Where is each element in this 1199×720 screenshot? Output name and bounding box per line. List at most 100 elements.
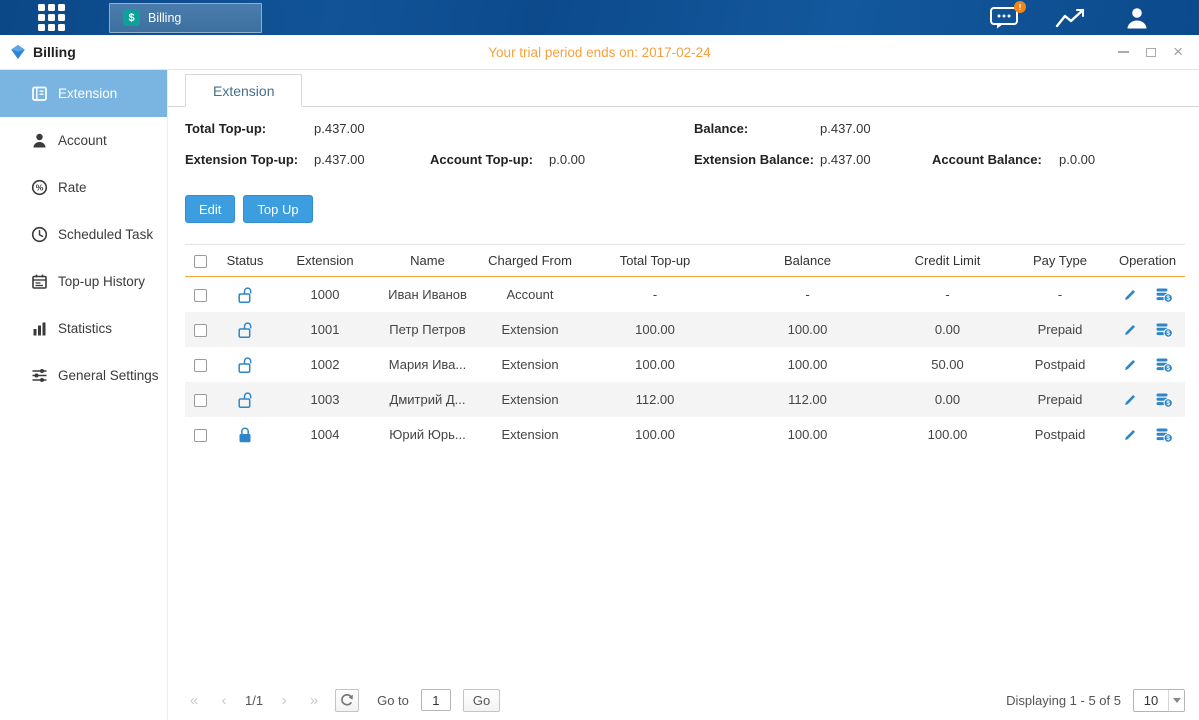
displaying-text: Displaying 1 - 5 of 5 bbox=[1006, 693, 1121, 708]
edit-icon[interactable] bbox=[1123, 392, 1138, 407]
column-header-balance: Balance bbox=[730, 253, 885, 268]
topbar-tab-billing[interactable]: $ Billing bbox=[109, 3, 262, 33]
cell-credit-limit: 0.00 bbox=[885, 392, 1010, 407]
sidebar-item-topup-history[interactable]: Top-up History bbox=[0, 258, 167, 305]
column-header-status: Status bbox=[215, 253, 275, 268]
cell-charged-from: Account bbox=[480, 287, 580, 302]
row-checkbox[interactable] bbox=[194, 289, 207, 302]
cell-name: Юрий Юрь... bbox=[375, 427, 480, 442]
top-up-record-icon[interactable]: $ bbox=[1155, 287, 1173, 303]
topbar: $ Billing ! bbox=[0, 0, 1199, 35]
edit-icon[interactable] bbox=[1123, 287, 1138, 302]
line-chart-icon bbox=[1055, 7, 1087, 29]
edit-icon[interactable] bbox=[1123, 357, 1138, 372]
cell-credit-limit: 0.00 bbox=[885, 322, 1010, 337]
sidebar-item-general-settings[interactable]: General Settings bbox=[0, 352, 167, 399]
last-page-button[interactable]: » bbox=[305, 692, 323, 709]
table-row: 1001 Петр Петров Extension 100.00 100.00… bbox=[185, 312, 1185, 347]
svg-text:$: $ bbox=[1166, 330, 1170, 337]
billing-app-window: $ Billing ! bbox=[0, 0, 1199, 720]
cell-balance: 112.00 bbox=[730, 392, 885, 407]
svg-text:$: $ bbox=[1166, 400, 1170, 407]
top-up-record-icon[interactable]: $ bbox=[1155, 322, 1173, 338]
top-up-button[interactable]: Top Up bbox=[243, 195, 312, 223]
chat-button[interactable]: ! bbox=[989, 6, 1019, 29]
billing-dollar-icon: $ bbox=[123, 9, 140, 26]
window-controls: × bbox=[1118, 45, 1183, 59]
bar-chart-icon bbox=[31, 320, 48, 337]
edit-icon[interactable] bbox=[1123, 322, 1138, 337]
top-up-record-icon[interactable]: $ bbox=[1155, 392, 1173, 408]
row-checkbox[interactable] bbox=[194, 359, 207, 372]
summary-value: p.437.00 bbox=[314, 121, 430, 136]
goto-page-input[interactable] bbox=[421, 689, 451, 711]
sidebar-item-statistics[interactable]: Statistics bbox=[0, 305, 167, 352]
sidebar-item-label: Account bbox=[58, 133, 107, 148]
apps-grid-icon[interactable] bbox=[38, 4, 65, 31]
cell-pay-type: Prepaid bbox=[1010, 392, 1110, 407]
summary-value: p.437.00 bbox=[314, 152, 430, 167]
cell-extension: 1000 bbox=[275, 287, 375, 302]
cell-credit-limit: 50.00 bbox=[885, 357, 1010, 372]
cell-total-topup: 100.00 bbox=[580, 427, 730, 442]
sidebar-item-label: Rate bbox=[58, 180, 87, 195]
page-size-select[interactable]: 10 bbox=[1133, 689, 1185, 712]
cell-name: Мария Ива... bbox=[375, 357, 480, 372]
row-checkbox[interactable] bbox=[194, 394, 207, 407]
cell-credit-limit: - bbox=[885, 287, 1010, 302]
top-up-record-icon[interactable]: $ bbox=[1155, 357, 1173, 373]
status-lock-icon[interactable] bbox=[215, 321, 275, 339]
status-lock-icon[interactable] bbox=[215, 356, 275, 374]
cell-charged-from: Extension bbox=[480, 427, 580, 442]
footer-right: Displaying 1 - 5 of 5 10 bbox=[1006, 689, 1185, 712]
pager: « ‹ 1/1 › » Go to Go bbox=[185, 689, 500, 712]
select-all-checkbox[interactable] bbox=[194, 255, 207, 268]
cell-charged-from: Extension bbox=[480, 357, 580, 372]
next-page-button[interactable]: › bbox=[275, 692, 293, 709]
summary-label: Balance: bbox=[694, 121, 820, 136]
cell-balance: 100.00 bbox=[730, 427, 885, 442]
status-lock-icon[interactable] bbox=[215, 426, 275, 444]
tab-bar: Extension bbox=[168, 70, 1199, 107]
close-button[interactable]: × bbox=[1173, 45, 1183, 59]
edit-icon[interactable] bbox=[1123, 427, 1138, 442]
cell-charged-from: Extension bbox=[480, 392, 580, 407]
sidebar-item-scheduled-task[interactable]: Scheduled Task bbox=[0, 211, 167, 258]
status-lock-icon[interactable] bbox=[215, 286, 275, 304]
titlebar: Billing Your trial period ends on: 2017-… bbox=[0, 35, 1199, 70]
cell-pay-type: - bbox=[1010, 287, 1110, 302]
column-header-credit-limit: Credit Limit bbox=[885, 253, 1010, 268]
refresh-button[interactable] bbox=[335, 689, 359, 712]
row-checkbox[interactable] bbox=[194, 324, 207, 337]
trial-notice: Your trial period ends on: 2017-02-24 bbox=[0, 45, 1199, 60]
maximize-button[interactable] bbox=[1146, 45, 1156, 59]
prev-page-button[interactable]: ‹ bbox=[215, 692, 233, 709]
cell-extension: 1001 bbox=[275, 322, 375, 337]
table-row: 1003 Дмитрий Д... Extension 112.00 112.0… bbox=[185, 382, 1185, 417]
cell-balance: 100.00 bbox=[730, 357, 885, 372]
cell-pay-type: Postpaid bbox=[1010, 357, 1110, 372]
cell-balance: 100.00 bbox=[730, 322, 885, 337]
top-up-record-icon[interactable]: $ bbox=[1155, 427, 1173, 443]
minimize-button[interactable] bbox=[1118, 45, 1129, 59]
billing-gem-icon bbox=[10, 44, 26, 60]
reports-button[interactable] bbox=[1055, 7, 1087, 29]
tab-extension[interactable]: Extension bbox=[185, 74, 302, 107]
first-page-button[interactable]: « bbox=[185, 692, 203, 709]
sidebar-item-extension[interactable]: Extension bbox=[0, 70, 167, 117]
edit-button[interactable]: Edit bbox=[185, 195, 235, 223]
sidebar-item-account[interactable]: Account bbox=[0, 117, 167, 164]
cell-operation: $ bbox=[1110, 427, 1185, 443]
sidebar-item-label: Top-up History bbox=[58, 274, 145, 289]
account-button[interactable] bbox=[1123, 6, 1151, 29]
sidebar-item-label: Statistics bbox=[58, 321, 112, 336]
sidebar-item-rate[interactable]: % Rate bbox=[0, 164, 167, 211]
goto-label: Go to bbox=[377, 693, 409, 708]
summary-value: p.0.00 bbox=[1059, 152, 1185, 167]
go-button[interactable]: Go bbox=[463, 689, 500, 712]
row-checkbox[interactable] bbox=[194, 429, 207, 442]
status-lock-icon[interactable] bbox=[215, 391, 275, 409]
summary-value: p.437.00 bbox=[820, 152, 932, 167]
table-body: 1000 Иван Иванов Account - - - - $ bbox=[185, 277, 1185, 452]
cell-operation: $ bbox=[1110, 392, 1185, 408]
